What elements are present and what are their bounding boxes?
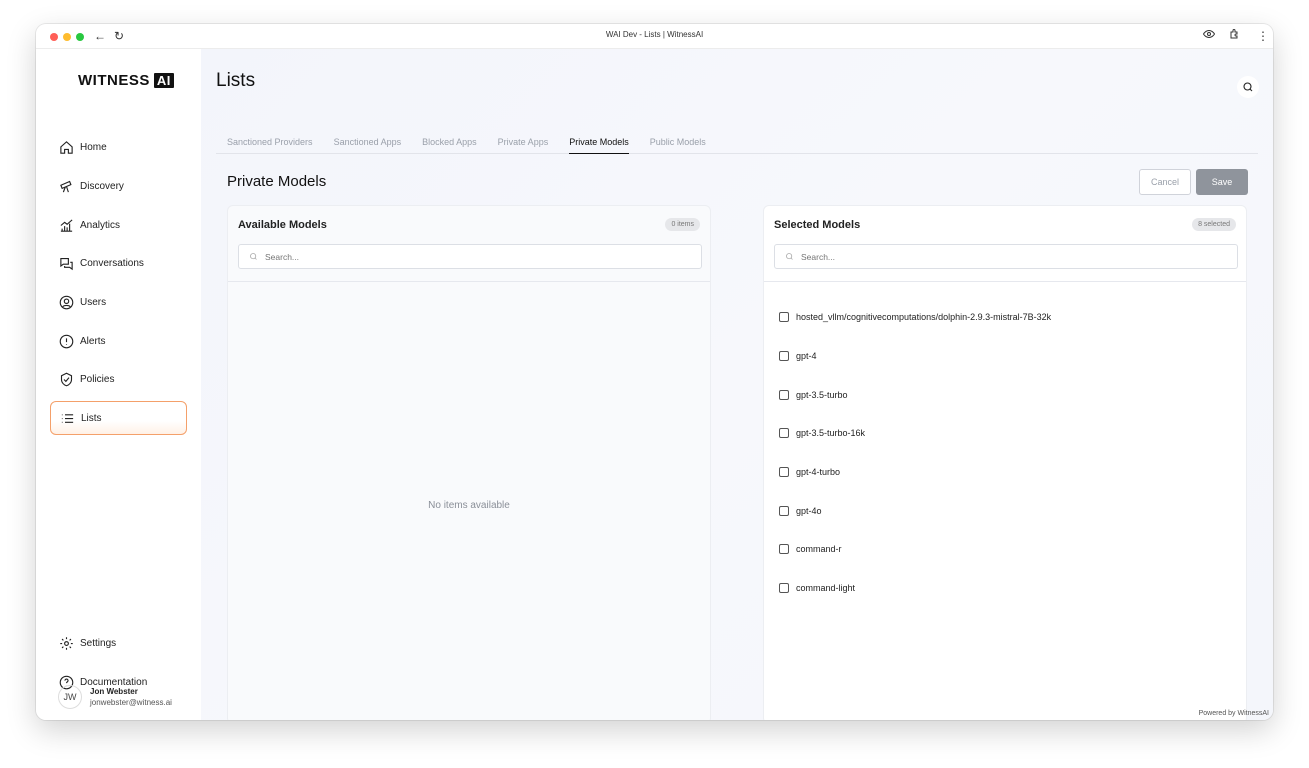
section-title: Private Models	[227, 173, 327, 190]
browser-window: ← ↻ WAI Dev - Lists | WitnessAI ⋮ WITNES…	[36, 24, 1273, 720]
list-item[interactable]: hosted_vllm/cognitivecomputations/dolphi…	[779, 298, 1051, 337]
model-checkbox[interactable]	[779, 583, 789, 594]
eye-icon[interactable]	[1202, 28, 1216, 44]
sidebar-item-label: Lists	[81, 412, 102, 424]
available-models-title: Available Models	[238, 219, 327, 231]
avatar: JW	[58, 685, 82, 709]
sidebar-item-label: Users	[80, 297, 107, 308]
model-name: command-light	[796, 583, 856, 594]
logo-text: WITNESS	[78, 72, 150, 89]
tab-private-apps[interactable]: Private Apps	[498, 135, 549, 153]
empty-state-text: No items available	[428, 500, 510, 511]
global-search-button[interactable]	[1237, 76, 1259, 98]
model-checkbox[interactable]	[779, 467, 789, 478]
list-item[interactable]: gpt-4-turbo	[779, 453, 1051, 492]
list-item[interactable]: gpt-3.5-turbo	[779, 375, 1051, 414]
shield-icon	[60, 372, 73, 387]
sidebar-item-lists[interactable]: Lists	[50, 401, 187, 435]
selected-search-field[interactable]	[774, 244, 1238, 269]
sidebar-item-label: Settings	[80, 638, 117, 649]
selected-search-input[interactable]	[801, 251, 1201, 262]
sidebar-item-label: Analytics	[80, 220, 121, 231]
list-icon	[61, 413, 74, 423]
model-name: gpt-3.5-turbo	[796, 389, 848, 400]
title-bar: ← ↻ WAI Dev - Lists | WitnessAI ⋮	[36, 24, 1273, 49]
available-count-badge: 0 items	[665, 218, 700, 231]
model-checkbox[interactable]	[779, 544, 789, 555]
witnessai-logo[interactable]: WITNESS AI	[78, 72, 174, 89]
tab-private-models[interactable]: Private Models	[569, 135, 629, 154]
model-checkbox[interactable]	[779, 351, 789, 362]
save-button[interactable]: Save	[1196, 169, 1248, 195]
telescope-icon	[60, 180, 72, 193]
list-item[interactable]: gpt-3.5-turbo-16k	[779, 414, 1051, 453]
model-name: gpt-3.5-turbo-16k	[796, 428, 866, 439]
user-icon	[59, 295, 74, 310]
search-icon	[1243, 82, 1253, 92]
model-checkbox[interactable]	[779, 312, 789, 323]
cancel-button[interactable]: Cancel	[1139, 169, 1191, 195]
user-profile[interactable]: JW Jon Webster jonwebster@witness.ai	[58, 685, 172, 709]
sidebar-item-alerts[interactable]: Alerts	[50, 325, 187, 358]
selected-models-title: Selected Models	[774, 219, 861, 231]
alert-icon	[59, 334, 74, 349]
model-name: command-r	[796, 544, 842, 555]
sidebar-item-label: Discovery	[80, 181, 124, 192]
sidebar-item-policies[interactable]: Policies	[50, 363, 187, 396]
sidebar-item-discovery[interactable]: Discovery	[50, 170, 187, 203]
user-email: jonwebster@witness.ai	[90, 698, 172, 707]
sidebar-item-users[interactable]: Users	[50, 286, 187, 319]
gear-icon	[60, 637, 73, 650]
model-name: gpt-4	[796, 351, 817, 362]
chat-icon	[60, 257, 73, 271]
sidebar-item-label: Alerts	[80, 336, 106, 347]
tab-sanctioned-apps[interactable]: Sanctioned Apps	[334, 135, 402, 153]
sidebar-item-label: Conversations	[80, 258, 144, 269]
available-search-input[interactable]	[265, 251, 665, 262]
search-icon	[250, 253, 257, 260]
model-name: gpt-4-turbo	[796, 467, 841, 478]
logo-badge: AI	[153, 73, 174, 88]
model-name: hosted_vllm/cognitivecomputations/dolphi…	[796, 312, 1052, 323]
list-item[interactable]: gpt-4	[779, 337, 1051, 376]
sidebar-item-settings[interactable]: Settings	[50, 627, 187, 660]
search-icon	[786, 253, 793, 260]
sidebar-item-analytics[interactable]: Analytics	[50, 209, 187, 242]
selected-models-list: hosted_vllm/cognitivecomputations/dolphi…	[779, 298, 1051, 608]
sidebar-item-home[interactable]: Home	[50, 131, 187, 164]
list-item[interactable]: gpt-4o	[779, 491, 1051, 530]
home-icon	[60, 141, 73, 154]
analytics-icon	[60, 219, 73, 232]
model-checkbox[interactable]	[779, 428, 789, 439]
main-content: Lists Sanctioned Providers Sanctioned Ap…	[201, 49, 1273, 720]
more-menu-icon[interactable]: ⋮	[1257, 28, 1269, 44]
sidebar-item-conversations[interactable]: Conversations	[50, 247, 187, 280]
tab-sanctioned-providers[interactable]: Sanctioned Providers	[227, 135, 313, 153]
sidebar: WITNESS AI Home Discovery Analytics Conv…	[36, 49, 201, 720]
window-title: WAI Dev - Lists | WitnessAI	[605, 30, 704, 39]
sidebar-item-label: Home	[80, 142, 107, 153]
list-item[interactable]: command-light	[779, 569, 1051, 608]
list-tabs: Sanctioned Providers Sanctioned Apps Blo…	[216, 135, 1258, 154]
available-models-panel: Available Models 0 items No items availa…	[227, 205, 711, 720]
sidebar-item-label: Policies	[80, 374, 115, 385]
available-search-field[interactable]	[238, 244, 702, 269]
selected-models-panel: Selected Models 8 selected hosted_vllm/c…	[763, 205, 1247, 720]
list-item[interactable]: command-r	[779, 530, 1051, 569]
model-checkbox[interactable]	[779, 505, 789, 516]
model-checkbox[interactable]	[779, 389, 789, 400]
selected-count-badge: 8 selected	[1192, 218, 1236, 231]
model-name: gpt-4o	[796, 505, 822, 516]
divider	[228, 281, 710, 282]
extension-icon[interactable]	[1229, 28, 1241, 44]
tab-blocked-apps[interactable]: Blocked Apps	[422, 135, 477, 153]
page-title: Lists	[216, 70, 256, 91]
divider	[764, 281, 1246, 282]
powered-by-text: Powered by WitnessAI	[1198, 710, 1269, 717]
tab-public-models[interactable]: Public Models	[650, 135, 706, 153]
user-name: Jon Webster	[90, 687, 138, 696]
